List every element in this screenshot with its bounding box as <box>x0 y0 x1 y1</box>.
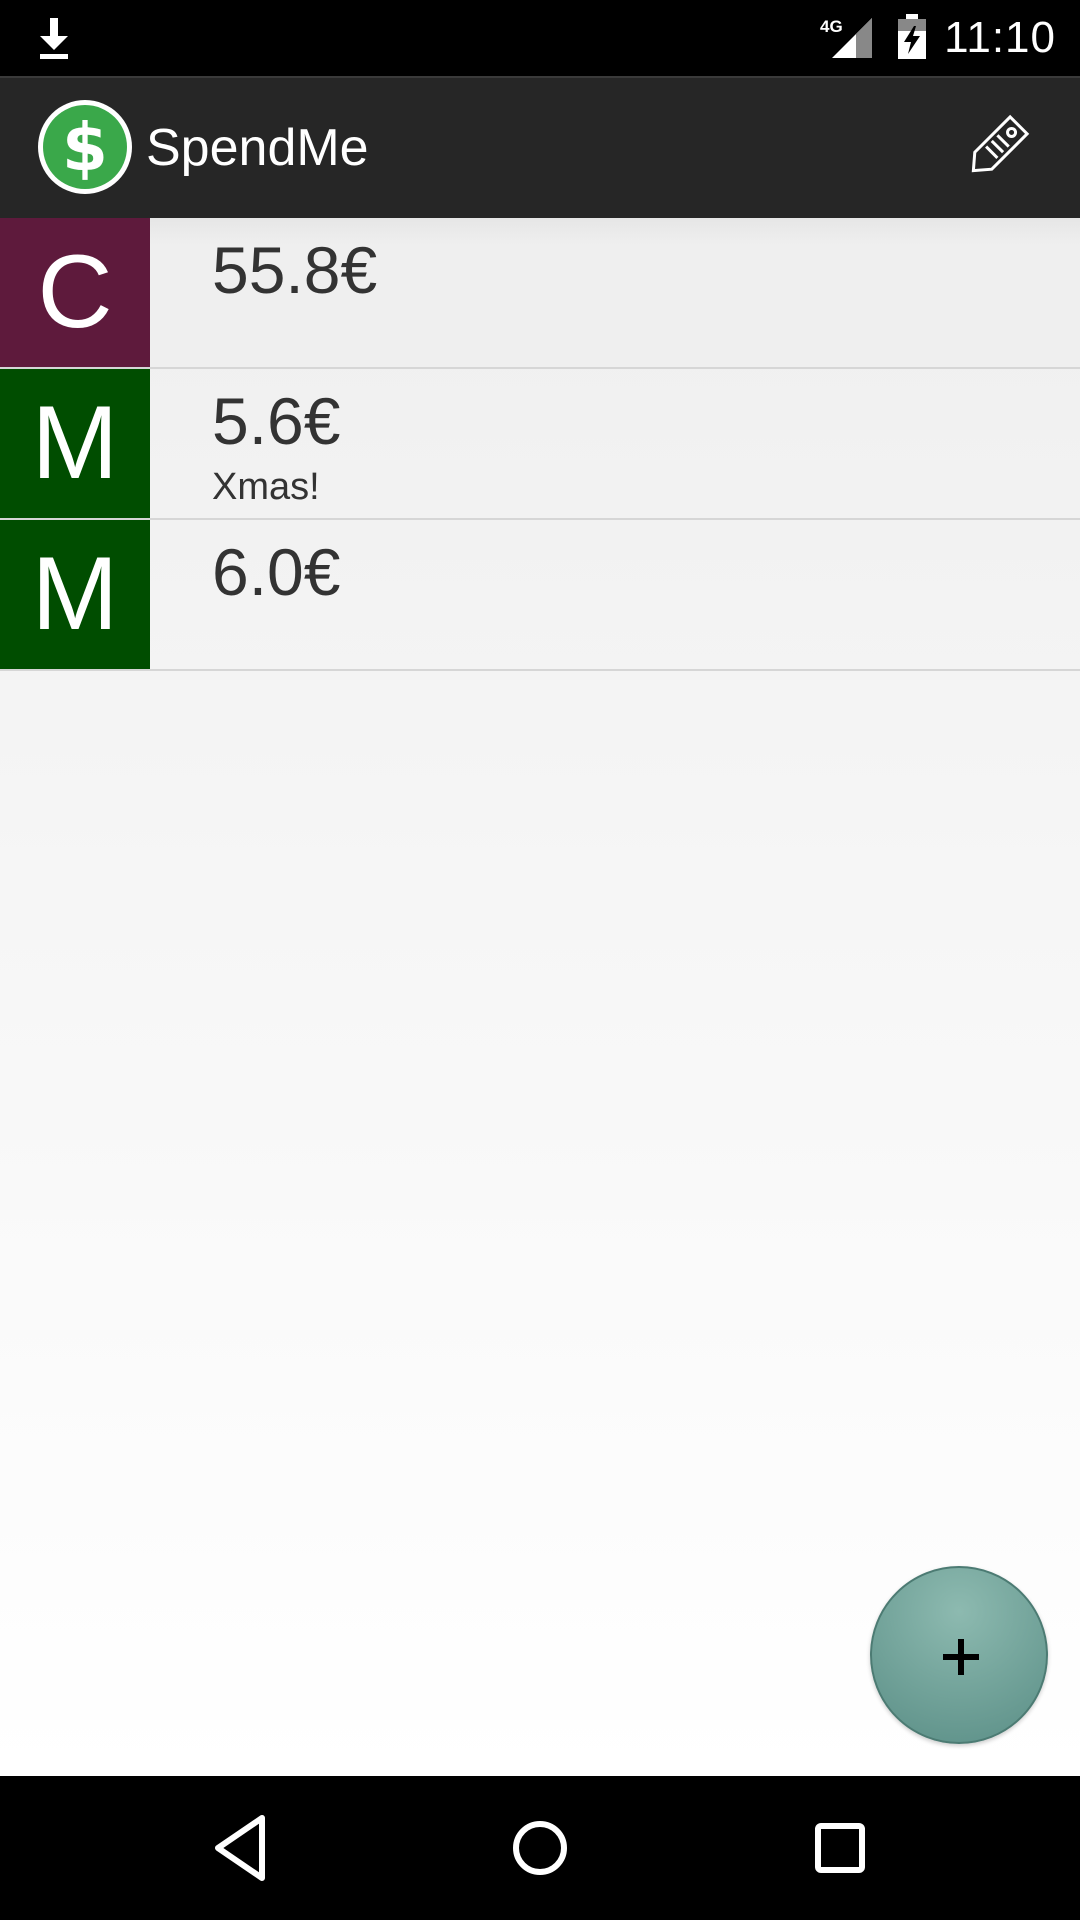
battery-charging-icon <box>898 14 926 59</box>
network-label: 4G <box>820 17 843 36</box>
category-badge: M <box>0 369 150 518</box>
tag-icon[interactable] <box>956 108 1036 188</box>
app-title: SpendMe <box>146 119 369 177</box>
category-badge: C <box>0 218 150 367</box>
expense-amount: 5.6€ <box>212 384 341 458</box>
add-expense-button[interactable] <box>870 1566 1048 1744</box>
category-badge: M <box>0 520 150 669</box>
download-icon <box>40 18 68 59</box>
expense-note: Xmas! <box>212 466 320 508</box>
back-icon[interactable] <box>198 1804 286 1892</box>
dollar-logo-icon[interactable]: $ <box>36 98 134 196</box>
status-clock: 11:10 <box>944 13 1056 62</box>
navigation-bar <box>0 1776 1080 1920</box>
expense-row[interactable]: C 55.8€ <box>0 218 1080 369</box>
expense-amount: 6.0€ <box>212 535 341 609</box>
app-bar: $ SpendMe <box>0 76 1080 218</box>
recents-icon[interactable] <box>796 1804 884 1892</box>
signal-icon: 4G <box>820 17 872 58</box>
expense-row[interactable]: M 6.0€ <box>0 520 1080 671</box>
expense-row[interactable]: M 5.6€ Xmas! <box>0 369 1080 520</box>
expense-amount: 55.8€ <box>212 233 378 307</box>
svg-text:$: $ <box>62 109 108 186</box>
expense-list: C 55.8€ M 5.6€ Xmas! M 6.0€ <box>0 218 1080 1776</box>
plus-icon <box>943 1639 979 1675</box>
status-bar: 4G 11:10 <box>0 0 1080 76</box>
home-icon[interactable] <box>496 1804 584 1892</box>
